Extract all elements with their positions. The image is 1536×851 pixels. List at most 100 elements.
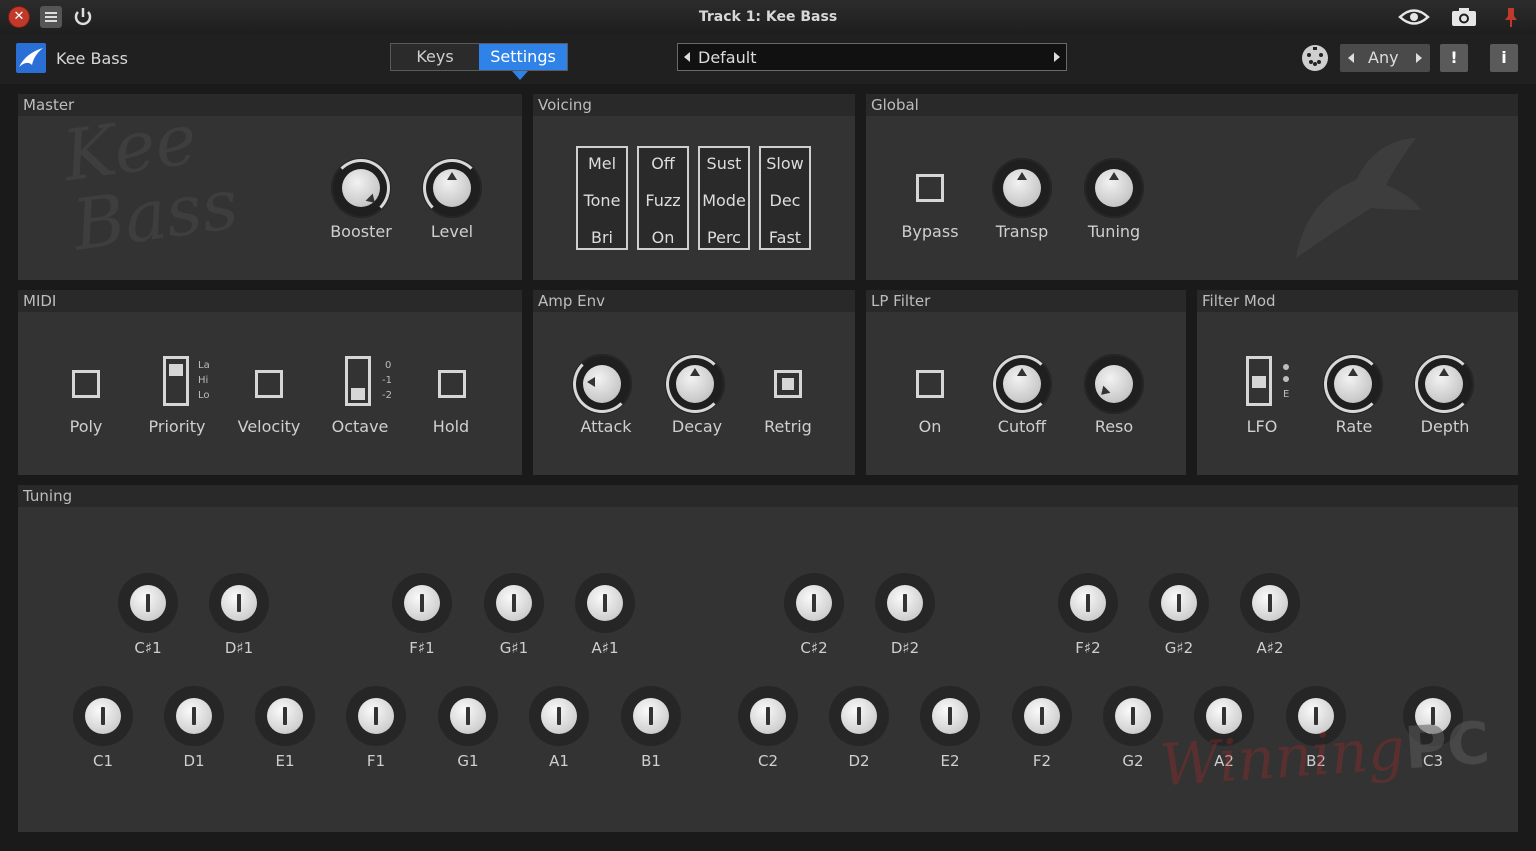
tuning-knob-sharp[interactable] — [484, 573, 544, 633]
voicing-mel-tone-bri-selector[interactable]: Mel Tone Bri — [576, 146, 628, 250]
midi-icon[interactable] — [1302, 45, 1328, 71]
master-panel: Master Kee Bass Booster Level — [18, 94, 522, 280]
tuning-note-label: A♯2 — [1256, 639, 1284, 657]
channel-next-icon[interactable] — [1416, 53, 1422, 63]
filter-on-checkbox[interactable] — [916, 370, 944, 398]
tuning-note-label: F2 — [1032, 752, 1052, 770]
hold-checkbox[interactable] — [438, 370, 466, 398]
tuning-note-label: F1 — [366, 752, 386, 770]
midi-panel: MIDI Poly La Hi Lo Priority Velocity 0 -… — [18, 290, 522, 475]
voicing-mode-selector[interactable]: Sust Mode Perc — [698, 146, 750, 250]
channel-prev-icon[interactable] — [1348, 53, 1354, 63]
tuning-knob-natural[interactable] — [255, 686, 315, 746]
velocity-checkbox[interactable] — [255, 370, 283, 398]
priority-option: La — [198, 360, 210, 371]
alert-button[interactable]: ! — [1440, 44, 1468, 72]
bypass-checkbox[interactable] — [916, 174, 944, 202]
tuning-knob-sharp[interactable] — [392, 573, 452, 633]
poly-checkbox[interactable] — [72, 370, 100, 398]
tab-keys[interactable]: Keys — [391, 44, 479, 70]
attack-knob[interactable] — [572, 354, 632, 414]
filter-mod-panel: Filter Mod E LFO Rate Depth — [1197, 290, 1518, 475]
hold-label: Hold — [432, 417, 470, 436]
info-button[interactable]: i — [1490, 44, 1518, 72]
level-label: Level — [430, 222, 474, 241]
lfo-switch[interactable] — [1246, 356, 1272, 406]
active-tab-caret — [512, 71, 528, 80]
reso-knob[interactable] — [1084, 354, 1144, 414]
voicing-fuzz-selector[interactable]: Off Fuzz On — [637, 146, 689, 250]
tuning-note-label: A♯1 — [591, 639, 619, 657]
tuning-knob-natural[interactable] — [920, 686, 980, 746]
tuning-knob-natural[interactable] — [621, 686, 681, 746]
tab-settings[interactable]: Settings — [479, 44, 567, 70]
lp-filter-panel: LP Filter On Cutoff Reso — [866, 290, 1186, 475]
tuning-knob-natural[interactable] — [1012, 686, 1072, 746]
voice-option: Fast — [768, 228, 802, 247]
depth-label: Depth — [1420, 417, 1470, 436]
tuning-note-label: G♯2 — [1164, 639, 1194, 657]
tuning-knob-natural[interactable] — [346, 686, 406, 746]
priority-switch[interactable] — [163, 356, 189, 406]
voice-option: Mode — [702, 191, 746, 210]
tuning-note-label: D♯2 — [890, 639, 920, 657]
tuning-note-label: D1 — [183, 752, 205, 770]
tuning-note-label: G♯1 — [499, 639, 529, 657]
voice-option: Mel — [587, 154, 617, 173]
preset-next-icon[interactable] — [1054, 52, 1060, 62]
octave-switch[interactable] — [345, 356, 371, 406]
voice-option: Perc — [707, 228, 741, 247]
voicing-decay-selector[interactable]: Slow Dec Fast — [759, 146, 811, 250]
tuning-note-label: A1 — [549, 752, 569, 770]
tuning-note-label: B1 — [641, 752, 661, 770]
tuning-knob-sharp[interactable] — [575, 573, 635, 633]
tuning-knob-natural[interactable] — [438, 686, 498, 746]
retrig-checkbox[interactable] — [774, 370, 802, 398]
tuning-knob-sharp[interactable] — [209, 573, 269, 633]
rate-knob[interactable] — [1323, 354, 1383, 414]
midi-channel-selector[interactable]: Any — [1340, 44, 1430, 72]
tuning-knob-natural[interactable] — [73, 686, 133, 746]
tuning-knob-sharp[interactable] — [1149, 573, 1209, 633]
tuning-knob[interactable] — [1084, 158, 1144, 218]
tuning-knob-natural[interactable] — [829, 686, 889, 746]
tuning-note-label: C♯2 — [800, 639, 828, 657]
tuning-knob-natural[interactable] — [738, 686, 798, 746]
preset-name: Default — [698, 48, 757, 67]
cutoff-knob[interactable] — [992, 354, 1052, 414]
panel-title: Filter Mod — [1202, 292, 1276, 310]
pin-icon[interactable] — [1500, 6, 1522, 28]
tuning-note-label: E2 — [940, 752, 960, 770]
plugin-window: ✕ Track 1: Kee Bass Kee Bass Keys Settin… — [0, 0, 1536, 851]
tuning-knob-sharp[interactable] — [1058, 573, 1118, 633]
tuning-note-label: F♯1 — [409, 639, 435, 657]
panel-title: Amp Env — [538, 292, 606, 310]
priority-option: Hi — [198, 375, 209, 386]
midi-channel-value: Any — [1368, 48, 1399, 67]
view-tabs: Keys Settings — [390, 43, 568, 71]
preset-selector[interactable]: Default — [677, 43, 1067, 71]
tuning-knob-sharp[interactable] — [118, 573, 178, 633]
tuning-note-label: D♯1 — [224, 639, 254, 657]
tuning-knob-sharp[interactable] — [784, 573, 844, 633]
eye-icon[interactable] — [1398, 6, 1430, 28]
lfo-indicator-icon — [1283, 364, 1289, 370]
voice-option: Off — [651, 154, 675, 173]
camera-icon[interactable] — [1450, 6, 1478, 28]
booster-knob[interactable] — [331, 158, 391, 218]
octave-option: -1 — [382, 375, 392, 386]
tuning-knob-sharp[interactable] — [1240, 573, 1300, 633]
octave-option: 0 — [385, 360, 392, 371]
depth-knob[interactable] — [1414, 354, 1474, 414]
transpose-knob[interactable] — [992, 158, 1052, 218]
preset-prev-icon[interactable] — [684, 52, 690, 62]
tuning-knob-natural[interactable] — [1103, 686, 1163, 746]
tuning-knob-natural[interactable] — [164, 686, 224, 746]
decay-knob[interactable] — [665, 354, 725, 414]
tuning-label: Tuning — [1087, 222, 1141, 241]
plugin-name: Kee Bass — [56, 49, 128, 68]
level-knob[interactable] — [422, 158, 482, 218]
tuning-knob-natural[interactable] — [529, 686, 589, 746]
tuning-knob-sharp[interactable] — [875, 573, 935, 633]
window-title: Track 1: Kee Bass — [698, 9, 838, 25]
